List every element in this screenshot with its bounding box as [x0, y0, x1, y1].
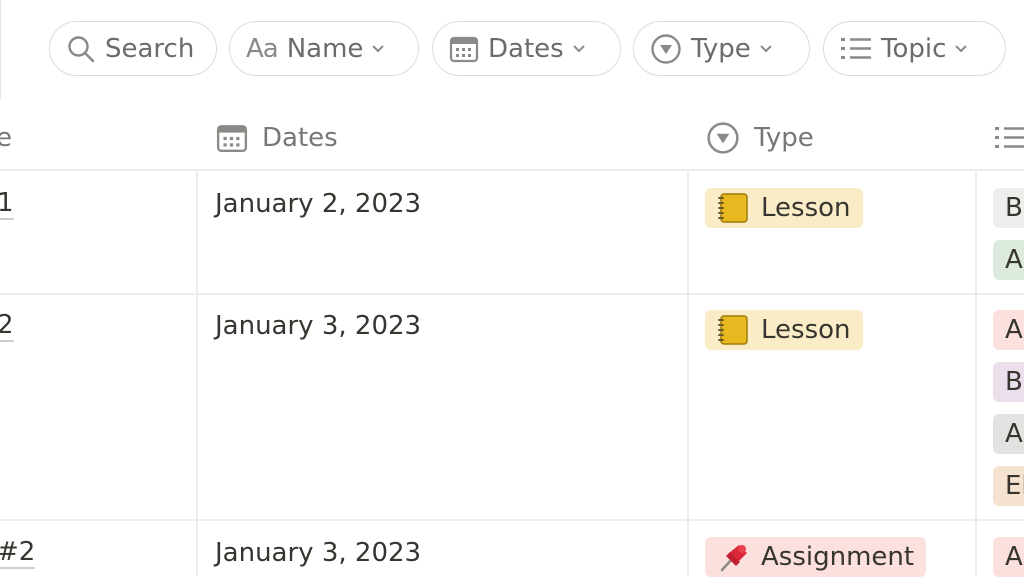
column-header-topic[interactable]	[994, 118, 1024, 158]
column-header-name[interactable]: e	[0, 118, 12, 158]
list-icon	[994, 125, 1024, 151]
topic-tag[interactable]: B	[993, 188, 1024, 228]
type-filter-button[interactable]: Type	[633, 21, 810, 76]
column-header-dates-label: Dates	[262, 123, 338, 153]
notebook-icon	[717, 314, 751, 346]
column-divider	[975, 169, 977, 576]
search-filter-label: Search	[105, 33, 195, 64]
calendar-icon	[216, 122, 248, 154]
column-header-type[interactable]: Type	[706, 118, 814, 158]
type-tag-assignment[interactable]: Assignment	[705, 537, 927, 577]
row-date: January 3, 2023	[215, 311, 422, 341]
chevron-down-icon	[759, 44, 773, 54]
name-filter-label: Name	[286, 33, 364, 64]
chevron-down-icon	[954, 44, 968, 54]
row-name-link[interactable]: 2	[0, 310, 14, 342]
column-header-name-label: e	[0, 123, 12, 153]
name-filter-button[interactable]: Aa Name	[229, 21, 419, 76]
chevron-down-icon	[371, 44, 385, 54]
calendar-icon	[449, 34, 479, 64]
dates-filter-label: Dates	[488, 33, 564, 64]
topic-tag[interactable]: B	[993, 362, 1024, 402]
search-icon	[66, 34, 96, 64]
topic-tag[interactable]: El	[993, 466, 1024, 506]
row-name-link[interactable]: 1	[0, 188, 14, 220]
column-header-type-label: Type	[754, 123, 814, 153]
row-divider	[0, 293, 1024, 295]
left-divider	[0, 0, 1, 100]
select-circle-icon	[650, 33, 682, 65]
notebook-icon	[717, 192, 751, 224]
column-divider	[687, 169, 689, 576]
topic-tag[interactable]: A	[993, 240, 1024, 280]
column-divider	[196, 169, 198, 576]
topic-filter-button[interactable]: Topic	[823, 21, 1006, 76]
topic-tag[interactable]: A	[993, 310, 1024, 350]
type-tag-label: Lesson	[761, 193, 851, 223]
select-circle-icon	[706, 121, 740, 155]
column-header-dates[interactable]: Dates	[216, 118, 338, 158]
search-filter-button[interactable]: Search	[49, 21, 217, 76]
row-date: January 3, 2023	[215, 538, 422, 568]
row-divider	[0, 169, 1024, 171]
topic-filter-label: Topic	[881, 33, 947, 64]
text-aa-icon: Aa	[246, 33, 279, 64]
topic-tag[interactable]: A	[993, 414, 1024, 454]
topic-tag[interactable]: A	[993, 537, 1024, 577]
row-divider	[0, 519, 1024, 521]
row-date: January 2, 2023	[215, 189, 422, 219]
chevron-down-icon	[572, 44, 586, 54]
type-tag-label: Lesson	[761, 315, 851, 345]
type-tag-label: Assignment	[761, 542, 915, 572]
type-tag-lesson[interactable]: Lesson	[705, 188, 863, 228]
type-filter-label: Type	[691, 33, 751, 64]
list-icon	[840, 36, 872, 62]
pushpin-icon	[717, 541, 751, 573]
dates-filter-button[interactable]: Dates	[432, 21, 621, 76]
type-tag-lesson[interactable]: Lesson	[705, 310, 863, 350]
row-name-link[interactable]: #2	[0, 537, 36, 569]
